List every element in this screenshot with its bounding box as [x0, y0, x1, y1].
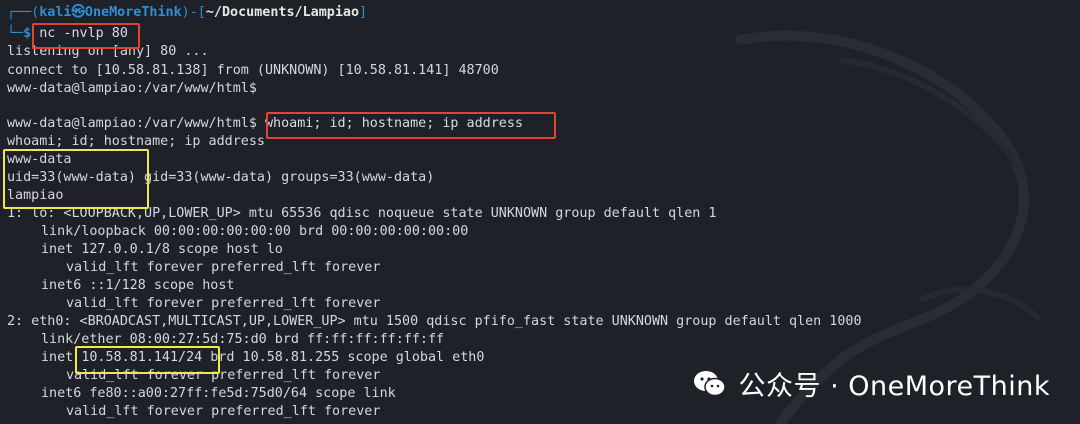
watermark: 公众号 · OneMoreThink — [692, 364, 1050, 403]
prompt-command-line[interactable]: └─$ nc -nvlp 80 — [7, 25, 128, 43]
output-line: whoami; id; hostname; ip address — [7, 134, 265, 149]
inet-broadcast: brd 10.58.81.255 scope global eth0 — [202, 350, 485, 365]
prompt-separator: )-[ — [181, 5, 206, 20]
output-line: inet6 ::1/128 scope host — [41, 278, 235, 293]
output-line: inet 127.0.0.1/8 scope host lo — [41, 242, 283, 257]
output-line: inet6 fe80::a00:27ff:fe5d:75d0/64 scope … — [41, 386, 396, 401]
remote-prompt-line[interactable]: www-data@lampiao:/var/www/html$ whoami; … — [7, 115, 523, 133]
output-line: valid_lft forever preferred_lft forever — [66, 296, 381, 311]
output-line: www-data — [7, 152, 72, 167]
inet-label: inet — [41, 350, 82, 365]
output-line: www-data@lampiao:/var/www/html$ — [7, 81, 257, 96]
output-line: valid_lft forever preferred_lft forever — [66, 404, 381, 419]
prompt-host: OneMoreThink — [84, 5, 182, 20]
output-line: link/ether 08:00:27:5d:75:d0 brd ff:ff:f… — [41, 332, 445, 347]
output-line-eth0-inet: inet 10.58.81.141/24 brd 10.58.81.255 sc… — [41, 349, 484, 367]
prompt-header: ┌──(kali㉿OneMoreThink)-[~/Documents/Lamp… — [7, 4, 367, 22]
prompt-path: ~/Documents/Lampiao — [205, 5, 360, 20]
terminal-window[interactable]: ┌──(kali㉿OneMoreThink)-[~/Documents/Lamp… — [0, 0, 1080, 424]
prompt-at-symbol: ㉿ — [71, 5, 85, 20]
output-line: lampiao — [7, 188, 64, 203]
remote-prompt: www-data@lampiao:/var/www/html$ — [7, 116, 265, 131]
prompt-corner-bottom: └─ — [7, 26, 24, 41]
prompt-bracket-end: ] — [359, 5, 368, 20]
prompt-dollar: $ — [23, 26, 32, 41]
typed-command: whoami; id; hostname; ip address — [264, 116, 523, 131]
wechat-icon — [694, 370, 727, 396]
output-line: uid=33(www-data) gid=33(www-data) groups… — [7, 170, 435, 185]
output-line: valid_lft forever preferred_lft forever — [66, 260, 381, 275]
output-line: valid_lft forever preferred_lft forever — [66, 368, 381, 383]
target-ip-address: 10.58.81.141/24 — [81, 350, 203, 365]
output-line: 2: eth0: <BROADCAST,MULTICAST,UP,LOWER_U… — [7, 314, 862, 329]
prompt-user: kali — [39, 5, 72, 20]
output-line: link/loopback 00:00:00:00:00:00 brd 00:0… — [41, 224, 469, 239]
prompt-corner: ┌──( — [7, 5, 40, 20]
listener-command: nc -nvlp 80 — [39, 26, 128, 41]
output-line: 1: lo: <LOOPBACK,UP,LOWER_UP> mtu 65536 … — [7, 206, 717, 221]
watermark-text: 公众号 · OneMoreThink — [738, 371, 1050, 402]
output-line: connect to [10.58.81.138] from (UNKNOWN)… — [7, 63, 499, 78]
output-line: listening on [any] 80 ... — [7, 44, 209, 59]
